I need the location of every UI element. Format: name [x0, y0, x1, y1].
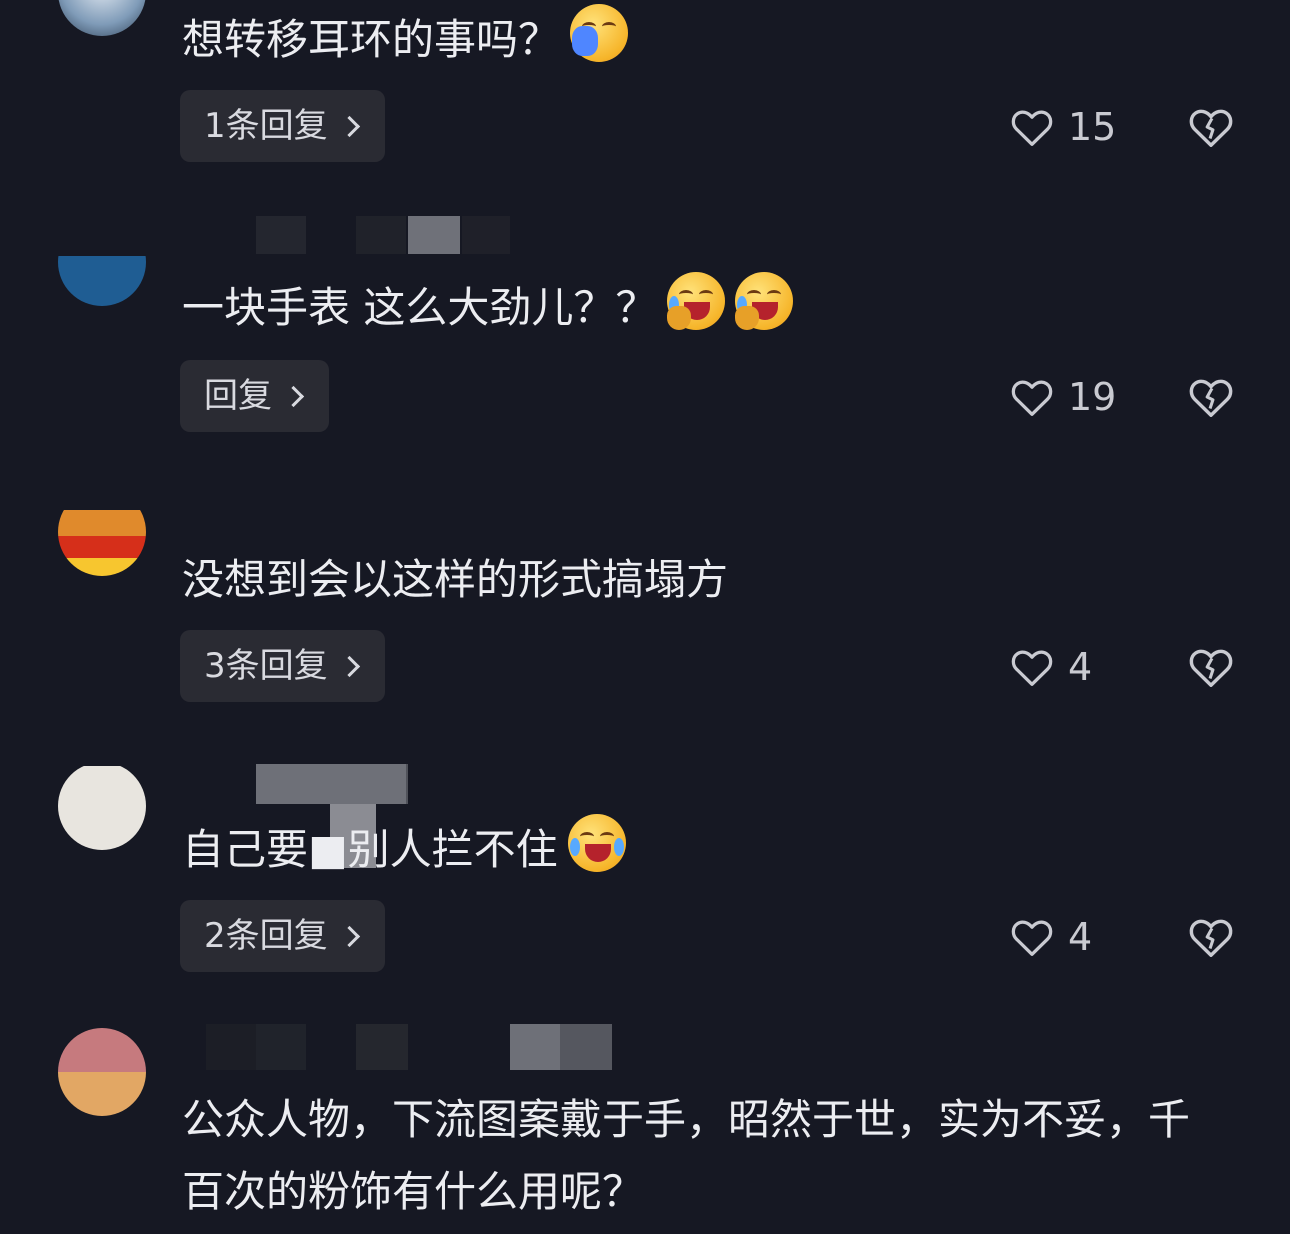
chevron-right-icon	[282, 385, 305, 407]
reply-count-label: 3条回复	[204, 646, 328, 686]
like-button[interactable]: 4	[1010, 642, 1092, 692]
heart-outline-icon	[1011, 380, 1053, 416]
heart-outline-icon	[1011, 110, 1053, 146]
heart-outline-icon	[1011, 650, 1053, 686]
user-avatar[interactable]	[58, 218, 146, 306]
user-avatar[interactable]	[58, 1028, 146, 1116]
like-button[interactable]: 15	[1010, 102, 1116, 152]
like-count: 19	[1068, 375, 1117, 419]
comment-text: 公众人物，下流图案戴于手，昭然于世，实为不妥，千百次的粉饰有什么用呢？	[182, 1095, 1191, 1216]
like-button[interactable]: 4	[1010, 912, 1092, 962]
chevron-right-icon	[338, 655, 360, 677]
like-count: 4	[1068, 915, 1093, 959]
view-replies-button[interactable]: 2条回复	[180, 900, 385, 972]
chevron-right-icon	[338, 925, 360, 947]
comment-text: 想转移耳环的事吗？	[182, 4, 1190, 76]
broken-heart-icon[interactable]	[1188, 914, 1234, 960]
like-button[interactable]: 19	[1010, 372, 1116, 422]
reply-count-label: 1条回复	[204, 106, 328, 146]
comment-text: 自己要■别人拦不住	[182, 814, 1190, 886]
reply-button[interactable]: 回复	[180, 360, 329, 432]
user-avatar[interactable]	[58, 488, 146, 576]
reply-label: 回复	[204, 376, 272, 416]
like-count: 15	[1068, 105, 1117, 149]
comment-text: 没想到会以这样的形式搞塌方	[182, 555, 729, 604]
user-avatar[interactable]	[58, 762, 146, 850]
broken-heart-icon[interactable]	[1188, 104, 1234, 150]
user-avatar[interactable]	[58, 0, 146, 36]
laughing-crying-emoji	[667, 272, 726, 330]
comment-text: 一块手表 这么大劲儿？？	[182, 272, 1190, 344]
like-count: 4	[1068, 645, 1093, 689]
view-replies-button[interactable]: 1条回复	[180, 90, 385, 162]
laughing-crying-emoji	[735, 272, 794, 330]
reply-count-label: 2条回复	[204, 916, 328, 956]
broken-heart-icon[interactable]	[1188, 644, 1234, 690]
view-replies-button[interactable]: 3条回复	[180, 630, 385, 702]
heart-outline-icon	[1011, 920, 1053, 956]
laughing-crying-emoji	[567, 814, 626, 872]
broken-heart-icon[interactable]	[1188, 374, 1234, 420]
sick-face-emoji	[570, 4, 629, 62]
chevron-right-icon	[338, 115, 360, 137]
